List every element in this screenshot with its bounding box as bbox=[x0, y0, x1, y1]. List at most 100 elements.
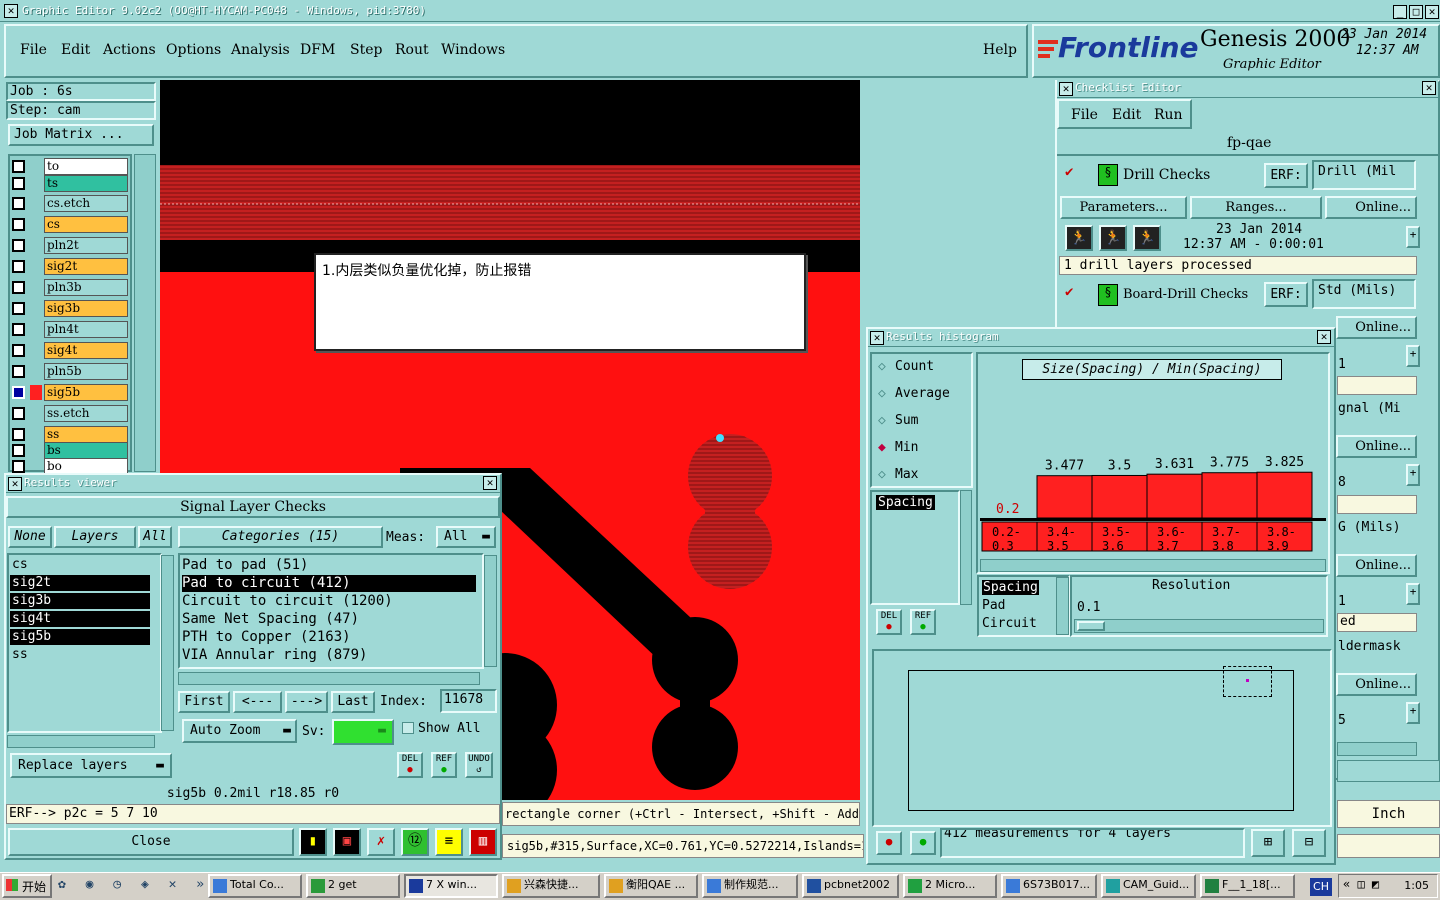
run-icon-3[interactable]: 🏃 bbox=[1133, 225, 1161, 251]
results-layer-cs[interactable]: cs bbox=[10, 557, 150, 573]
tool-icon-1[interactable]: ▮ bbox=[299, 828, 327, 856]
results-layer-sig2t[interactable]: sig2t bbox=[10, 575, 150, 591]
category-item[interactable]: Same Net Spacing (47) bbox=[182, 611, 359, 628]
menu-actions[interactable]: Actions bbox=[103, 42, 156, 58]
drill-checkbox[interactable]: ✔ bbox=[1065, 165, 1079, 179]
menu-dfm[interactable]: DFM bbox=[300, 42, 335, 58]
preview-fit-icon[interactable]: ⊟ bbox=[1292, 829, 1326, 857]
results-layer-sig4t[interactable]: sig4t bbox=[10, 611, 150, 627]
checklist-menu-icon[interactable]: ✕ bbox=[1059, 82, 1073, 96]
layer-checkbox[interactable] bbox=[12, 344, 25, 357]
menu-file[interactable]: File bbox=[20, 42, 47, 58]
category-item[interactable]: VIA Annular ring (879) bbox=[182, 647, 367, 664]
tool-icon-6[interactable]: ▥ bbox=[469, 828, 497, 856]
layer-row-cs[interactable]: cs bbox=[10, 216, 128, 233]
lang-indicator[interactable]: CH bbox=[1310, 878, 1332, 896]
histogram-close-button[interactable]: ✕ bbox=[1317, 330, 1331, 344]
preview-ref-button[interactable]: ● bbox=[910, 831, 936, 855]
layer-row-pln4t[interactable]: pln4t bbox=[10, 321, 128, 338]
board-online-button[interactable]: Online... bbox=[1336, 316, 1417, 339]
tool-icon-4[interactable]: ⑫ bbox=[401, 828, 429, 856]
categories-vscroll[interactable] bbox=[484, 555, 497, 667]
layer-row-bs[interactable]: bs bbox=[10, 442, 128, 459]
layer-checkbox[interactable] bbox=[12, 323, 25, 336]
task-button[interactable]: 兴森快捷... bbox=[502, 874, 600, 898]
histogram-bar[interactable] bbox=[1201, 472, 1258, 519]
category-item[interactable]: Pad to circuit (412) bbox=[182, 575, 476, 592]
histogram-del-button[interactable]: DEL ● bbox=[876, 609, 902, 635]
layer-row-sig5b[interactable]: sig5b bbox=[10, 384, 128, 401]
prev-button[interactable]: <--- bbox=[233, 691, 282, 713]
showall-checkbox[interactable] bbox=[402, 722, 414, 734]
layer-row-sig4t[interactable]: sig4t bbox=[10, 342, 128, 359]
meas-select[interactable]: All ▬ bbox=[436, 526, 496, 548]
histogram-bar[interactable] bbox=[1036, 475, 1093, 519]
type-circuit[interactable]: Circuit bbox=[982, 616, 1037, 631]
layer-checkbox[interactable] bbox=[12, 160, 25, 173]
inch-field[interactable]: Inch bbox=[1337, 800, 1440, 828]
menu-analysis[interactable]: Analysis bbox=[231, 42, 290, 58]
results-layer-vscroll[interactable] bbox=[161, 555, 174, 731]
results-close-button[interactable]: ✕ bbox=[483, 476, 497, 490]
sv-color-select[interactable]: ▬ bbox=[332, 719, 394, 745]
replace-layers-select[interactable]: Replace layers ▬ bbox=[10, 753, 172, 778]
results-layer-sig5b[interactable]: sig5b bbox=[10, 629, 150, 645]
layer-row-ts[interactable]: ts bbox=[10, 175, 128, 192]
type-spacing[interactable]: Spacing bbox=[982, 580, 1039, 595]
task-button[interactable]: 衡阳QAE ... bbox=[604, 874, 698, 898]
layer-row-pln5b[interactable]: pln5b bbox=[10, 363, 128, 380]
run-icon-2[interactable]: 🏃 bbox=[1099, 225, 1127, 251]
autozoom-select[interactable]: Auto Zoom ▬ bbox=[182, 719, 297, 743]
layer-checkbox[interactable] bbox=[12, 444, 25, 457]
drill-online-button[interactable]: Online... bbox=[1325, 196, 1417, 219]
drill-ranges-button[interactable]: Ranges... bbox=[1190, 196, 1322, 219]
layer-row-pln2t[interactable]: pln2t bbox=[10, 237, 128, 254]
start-button[interactable]: 开始 bbox=[2, 874, 52, 898]
categories-button[interactable]: Categories (15) bbox=[178, 526, 383, 548]
task-button[interactable]: CAM_Guid... bbox=[1101, 874, 1196, 898]
preview-del-button[interactable]: ● bbox=[876, 831, 902, 855]
category-item[interactable]: PTH to Copper (2163) bbox=[182, 629, 351, 646]
histogram-option-sum[interactable]: ◇ Sum bbox=[878, 413, 918, 428]
online-button-5[interactable]: Online... bbox=[1336, 673, 1417, 696]
minimize-button[interactable]: _ bbox=[1393, 5, 1407, 19]
histogram-bar[interactable] bbox=[1146, 473, 1203, 519]
plus-button-2[interactable]: + bbox=[1406, 345, 1420, 367]
histogram-list-item[interactable]: Spacing bbox=[876, 495, 935, 510]
task-button[interactable]: 7 X win... bbox=[404, 874, 498, 898]
drill-parameters-button[interactable]: Parameters... bbox=[1060, 196, 1187, 219]
job-matrix-button[interactable]: Job Matrix ... bbox=[8, 124, 154, 146]
next-button[interactable]: ---> bbox=[285, 691, 328, 713]
histogram-option-min[interactable]: ◆ Min bbox=[878, 440, 918, 455]
layers-button[interactable]: Layers bbox=[54, 526, 136, 548]
results-del-button[interactable]: DEL ● bbox=[397, 752, 423, 778]
menu-edit[interactable]: Edit bbox=[61, 42, 90, 58]
last-button[interactable]: Last bbox=[331, 691, 375, 713]
checklist-menu-run[interactable]: Run bbox=[1154, 107, 1183, 123]
layer-checkbox[interactable] bbox=[12, 386, 25, 399]
layer-checkbox[interactable] bbox=[12, 428, 25, 441]
board-erf-field[interactable]: Std (Mils) bbox=[1312, 279, 1416, 309]
histogram-ref-button[interactable]: REF ● bbox=[910, 609, 936, 635]
checklist-menu-file[interactable]: File bbox=[1071, 107, 1098, 123]
layer-row-sig2t[interactable]: sig2t bbox=[10, 258, 128, 275]
type-pad[interactable]: Pad bbox=[982, 598, 1005, 613]
plus-button-3[interactable]: + bbox=[1406, 464, 1420, 486]
results-menu-icon[interactable]: ✕ bbox=[8, 477, 22, 491]
histogram-hscroll[interactable] bbox=[980, 559, 1326, 572]
layer-row-to[interactable]: to bbox=[10, 158, 128, 175]
results-ref-button[interactable]: REF ● bbox=[431, 752, 457, 778]
histogram-list-scroll[interactable] bbox=[960, 490, 972, 605]
plus-button-4[interactable]: + bbox=[1406, 583, 1420, 605]
task-button[interactable]: Total Co... bbox=[208, 874, 302, 898]
menu-help[interactable]: Help bbox=[983, 42, 1017, 58]
layer-checkbox[interactable] bbox=[12, 407, 25, 420]
layer-row-sig3b[interactable]: sig3b bbox=[10, 300, 128, 317]
tool-icon-3[interactable]: ✗ bbox=[367, 828, 395, 856]
results-layer-hscroll[interactable] bbox=[7, 735, 155, 748]
results-layer-sig3b[interactable]: sig3b bbox=[10, 593, 150, 609]
histogram-menu-icon[interactable]: ✕ bbox=[870, 331, 884, 345]
preview-zoom-icon[interactable]: ⊞ bbox=[1251, 829, 1285, 857]
layer-checkbox[interactable] bbox=[12, 239, 25, 252]
task-button[interactable]: 2 Micro... bbox=[903, 874, 997, 898]
